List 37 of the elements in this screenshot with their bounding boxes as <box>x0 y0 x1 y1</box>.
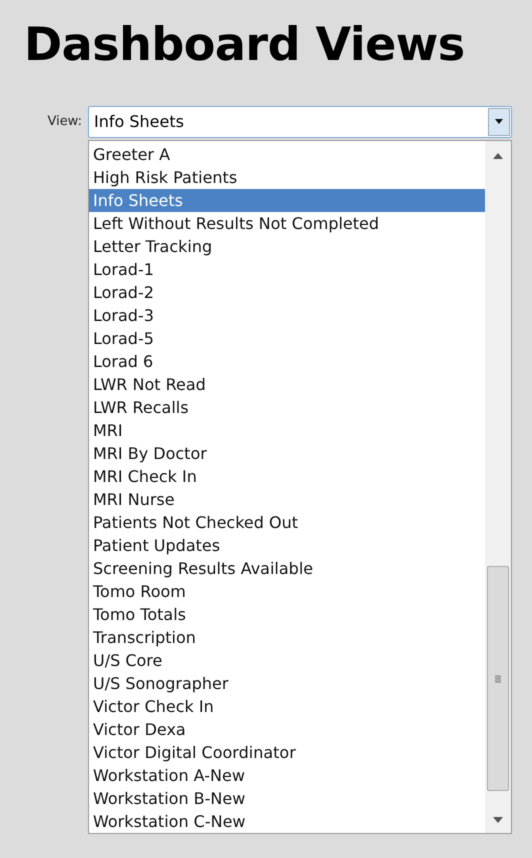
dropdown-option[interactable]: Left Without Results Not Completed <box>89 212 485 235</box>
dropdown-option[interactable]: Patients Not Checked Out <box>89 511 485 534</box>
dropdown-option[interactable]: Patient Updates <box>89 534 485 557</box>
page-heading: Dashboard Views <box>24 16 466 73</box>
dropdown-option[interactable]: High Risk Patients <box>89 166 485 189</box>
dropdown-option[interactable]: Lorad-2 <box>89 281 485 304</box>
dropdown-option[interactable]: Victor Dexa <box>89 718 485 741</box>
dropdown-option[interactable]: Workstation C-New <box>89 810 485 833</box>
view-label: View: <box>47 113 82 131</box>
dropdown-option[interactable]: LWR Not Read <box>89 373 485 396</box>
dropdown-option[interactable]: Letter Tracking <box>89 235 485 258</box>
dropdown-option[interactable]: Tomo Totals <box>89 603 485 626</box>
scroll-down-icon[interactable] <box>493 817 503 823</box>
view-dropdown[interactable]: Info Sheets <box>88 106 512 138</box>
dropdown-option[interactable]: U/S Sonographer <box>89 672 485 695</box>
dropdown-option[interactable]: Workstation B-New <box>89 787 485 810</box>
dropdown-option[interactable]: MRI <box>89 419 485 442</box>
dropdown-option[interactable]: U/S Core <box>89 649 485 672</box>
dropdown-option[interactable]: Lorad-3 <box>89 304 485 327</box>
dropdown-option[interactable]: Transcription <box>89 626 485 649</box>
dropdown-option[interactable]: Tomo Room <box>89 580 485 603</box>
scrollbar-thumb[interactable] <box>487 566 509 791</box>
scrollbar[interactable] <box>485 141 511 833</box>
dropdown-option[interactable]: Info Sheets <box>89 189 485 212</box>
dropdown-option[interactable]: Victor Check In <box>89 695 485 718</box>
scroll-up-icon[interactable] <box>493 153 503 159</box>
dropdown-option[interactable]: MRI Check In <box>89 465 485 488</box>
dropdown-option[interactable]: Lorad 6 <box>89 350 485 373</box>
dropdown-option[interactable]: Workstation A-New <box>89 764 485 787</box>
dropdown-option[interactable]: Screening Results Available <box>89 557 485 580</box>
dropdown-option[interactable]: MRI By Doctor <box>89 442 485 465</box>
dropdown-option[interactable]: MRI Nurse <box>89 488 485 511</box>
dropdown-option[interactable]: Lorad-5 <box>89 327 485 350</box>
dropdown-option[interactable]: Lorad-1 <box>89 258 485 281</box>
dropdown-option[interactable]: LWR Recalls <box>89 396 485 419</box>
dropdown-option[interactable]: Greeter A <box>89 143 485 166</box>
dropdown-option[interactable]: Victor Digital Coordinator <box>89 741 485 764</box>
